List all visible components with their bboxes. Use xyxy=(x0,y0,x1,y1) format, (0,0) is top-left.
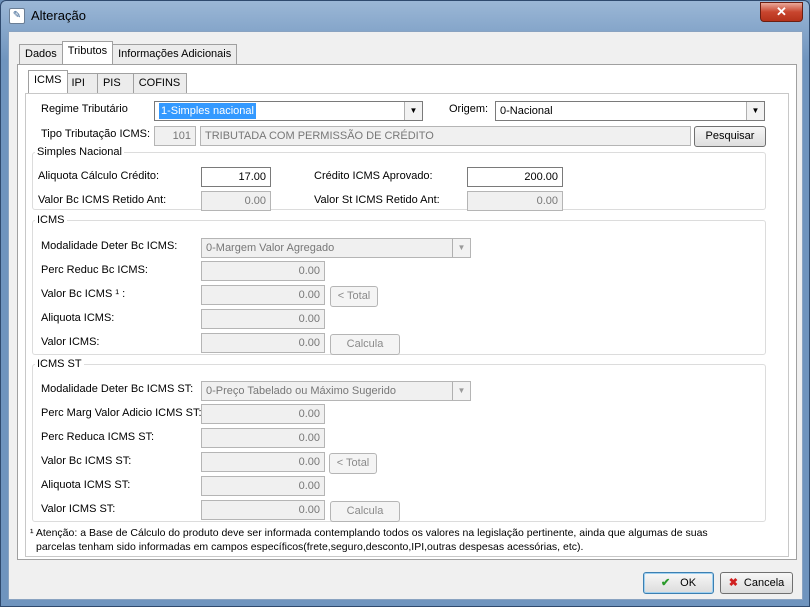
main-tabs: Dados Tributos Informações Adicionais xyxy=(19,41,238,64)
tab-icms[interactable]: ICMS xyxy=(28,70,68,93)
footnote-line-2: parcelas tenham sido informadas em campo… xyxy=(36,541,584,553)
valor-bc-icms-st-label: Valor Bc ICMS ST: xyxy=(41,455,132,467)
modalidade-bc-icms-st-value: 0-Preço Tabelado ou Máximo Sugerido xyxy=(206,385,396,397)
valor-icms-st-input[interactable]: 0.00 xyxy=(201,500,325,520)
origem-select[interactable]: 0-Nacional ▼ xyxy=(495,101,765,121)
tab-tributos[interactable]: Tributos xyxy=(61,41,114,64)
tipo-tributacao-label: Tipo Tributação ICMS: xyxy=(41,128,151,140)
credito-aprovado-input[interactable]: 200.00 xyxy=(467,167,563,187)
pesquisar-button[interactable]: Pesquisar xyxy=(694,126,766,147)
origem-label: Origem: xyxy=(449,103,489,115)
tab-informacoes-adicionais[interactable]: Informações Adicionais xyxy=(112,44,238,64)
icms-group-title: ICMS xyxy=(35,214,67,226)
tipo-tributacao-code[interactable]: 101 xyxy=(154,126,196,146)
st-retido-input[interactable]: 0.00 xyxy=(467,191,563,211)
window-title: Alteração xyxy=(31,8,86,23)
aliquota-icms-label: Aliquota ICMS: xyxy=(41,312,115,324)
edit-icon: ✎ xyxy=(9,8,25,24)
valor-icms-input[interactable]: 0.00 xyxy=(201,333,325,353)
aliquota-icms-st-label: Aliquota ICMS ST: xyxy=(41,479,131,491)
modalidade-bc-icms-label: Modalidade Deter Bc ICMS: xyxy=(41,240,178,252)
cancel-label: Cancela xyxy=(743,577,785,589)
ok-label: OK xyxy=(680,577,697,589)
aliquota-credito-label: Aliquota Cálculo Crédito: xyxy=(38,170,160,182)
calcula-icms-button[interactable]: Calcula xyxy=(330,334,400,355)
regime-select[interactable]: 1-Simples nacional ▼ xyxy=(154,101,423,121)
valor-bc-icms-input[interactable]: 0.00 xyxy=(201,285,325,305)
close-icon: ✕ xyxy=(776,4,787,19)
bc-retido-label: Valor Bc ICMS Retido Ant: xyxy=(38,194,167,206)
title-bar[interactable]: ✎ Alteração ✕ xyxy=(1,1,809,31)
perc-marg-valor-input[interactable]: 0.00 xyxy=(201,404,325,424)
tab-ipi[interactable]: IPI xyxy=(66,73,98,93)
calcula-icms-st-button[interactable]: Calcula xyxy=(330,501,400,522)
tributos-panel: ICMS IPI PIS COFINS Regime Tributário 1-… xyxy=(17,64,797,560)
footnote: ¹ Atenção: a Base de Cálculo do produto … xyxy=(30,526,708,554)
valor-bc-icms-label: Valor Bc ICMS ¹ : xyxy=(41,288,126,300)
regime-label: Regime Tributário xyxy=(41,103,128,115)
chevron-down-icon[interactable]: ▼ xyxy=(746,102,764,120)
chevron-down-icon[interactable]: ▼ xyxy=(452,382,470,400)
tab-dados[interactable]: Dados xyxy=(19,44,63,64)
icms-panel: Regime Tributário 1-Simples nacional ▼ O… xyxy=(25,93,789,557)
perc-reduc-bc-input[interactable]: 0.00 xyxy=(201,261,325,281)
credito-aprovado-label: Crédito ICMS Aprovado: xyxy=(314,170,433,182)
total-icms-button[interactable]: < Total xyxy=(330,286,378,307)
origem-value: 0-Nacional xyxy=(500,105,553,117)
regime-value: 1-Simples nacional xyxy=(159,103,256,119)
modalidade-bc-icms-st-label: Modalidade Deter Bc ICMS ST: xyxy=(41,383,194,395)
st-retido-label: Valor St ICMS Retido Ant: xyxy=(314,194,440,206)
dialog-window: ✎ Alteração ✕ Dados Tributos Informações… xyxy=(0,0,810,607)
simples-nacional-title: Simples Nacional xyxy=(35,146,124,158)
chevron-down-icon[interactable]: ▼ xyxy=(404,102,422,120)
close-button[interactable]: ✕ xyxy=(760,2,803,22)
checkmark-icon: ✔ xyxy=(660,577,671,589)
bc-retido-input[interactable]: 0.00 xyxy=(201,191,271,211)
tab-cofins[interactable]: COFINS xyxy=(132,73,188,93)
total-icms-st-button[interactable]: < Total xyxy=(329,453,377,474)
chevron-down-icon[interactable]: ▼ xyxy=(452,239,470,257)
valor-icms-label: Valor ICMS: xyxy=(41,336,100,348)
perc-reduc-bc-label: Perc Reduc Bc ICMS: xyxy=(41,264,148,276)
sub-tabs: ICMS IPI PIS COFINS xyxy=(28,70,188,93)
modalidade-bc-icms-value: 0-Margem Valor Agregado xyxy=(206,242,335,254)
perc-reduca-st-label: Perc Reduca ICMS ST: xyxy=(41,431,155,443)
ok-button[interactable]: ✔ OK xyxy=(643,572,714,594)
aliquota-icms-st-input[interactable]: 0.00 xyxy=(201,476,325,496)
cancel-button[interactable]: ✖ Cancela xyxy=(720,572,793,594)
aliquota-icms-input[interactable]: 0.00 xyxy=(201,309,325,329)
cancel-x-icon: ✖ xyxy=(728,577,738,589)
modalidade-bc-icms-st-select[interactable]: 0-Preço Tabelado ou Máximo Sugerido ▼ xyxy=(201,381,471,401)
aliquota-credito-input[interactable]: 17.00 xyxy=(201,167,271,187)
modalidade-bc-icms-select[interactable]: 0-Margem Valor Agregado ▼ xyxy=(201,238,471,258)
tab-pis[interactable]: PIS xyxy=(96,73,134,93)
valor-icms-st-label: Valor ICMS ST: xyxy=(41,503,116,515)
perc-marg-valor-label: Perc Marg Valor Adicio ICMS ST: xyxy=(41,407,202,419)
dialog-client: Dados Tributos Informações Adicionais IC… xyxy=(8,31,803,600)
tipo-tributacao-desc[interactable]: TRIBUTADA COM PERMISSÃO DE CRÉDITO xyxy=(200,126,691,146)
valor-bc-icms-st-input[interactable]: 0.00 xyxy=(201,452,325,472)
footnote-line-1: ¹ Atenção: a Base de Cálculo do produto … xyxy=(30,527,708,539)
perc-reduca-st-input[interactable]: 0.00 xyxy=(201,428,325,448)
icms-st-group-title: ICMS ST xyxy=(35,358,84,370)
